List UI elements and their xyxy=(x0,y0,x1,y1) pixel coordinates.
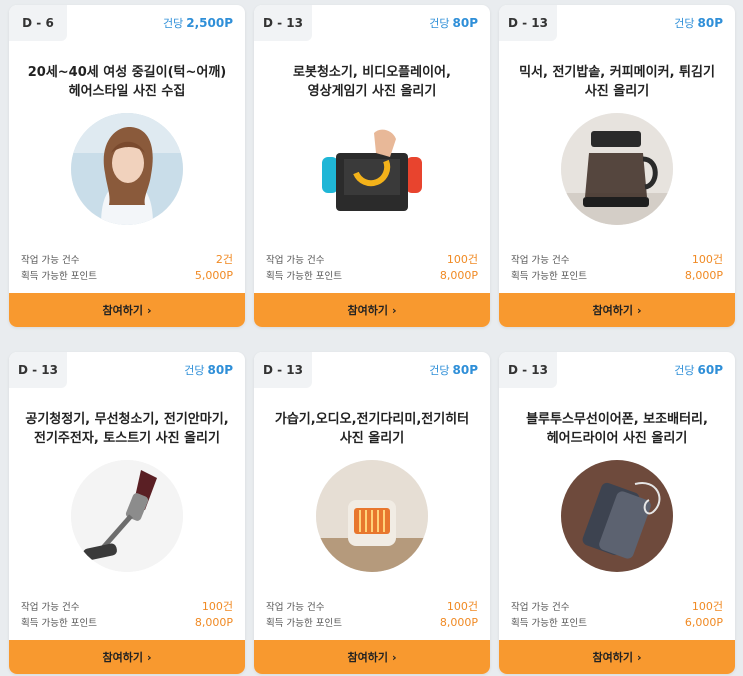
available-count: 100건 xyxy=(201,600,233,613)
chevron-right-icon: › xyxy=(391,303,397,317)
available-count: 100건 xyxy=(446,600,478,613)
total-points: 8,000P xyxy=(684,268,723,282)
d-day-badge: D - 6 xyxy=(9,5,67,41)
total-points: 5,000P xyxy=(194,268,233,282)
chevron-right-icon: › xyxy=(146,650,152,664)
cordless-vacuum-image xyxy=(71,460,183,572)
task-card[interactable]: D - 13 건당 80P 믹서, 전기밥솥, 커피메이커, 튀김기 사진 올리기 … xyxy=(499,5,735,327)
join-button[interactable]: 참여하기 › xyxy=(499,640,735,674)
task-card[interactable]: D - 13 건당 60P 블루투스무선이어폰, 보조배터리, 헤어드라이어 사진 … xyxy=(499,352,735,674)
points-row: 획득 가능한 포인트 8,000P xyxy=(21,615,233,630)
task-title: 로봇청소기, 비디오플레이어, 영상게임기 사진 올리기 xyxy=(293,65,451,99)
per-item-points: 건당 80P xyxy=(184,363,233,377)
total-points: 8,000P xyxy=(194,615,233,629)
join-button[interactable]: 참여하기 › xyxy=(254,293,490,327)
available-count-row: 작업 가능 건수 100건 xyxy=(266,253,478,266)
d-day-badge: D - 13 xyxy=(9,352,67,388)
task-title: 가습기,오디오,전기다리미,전기히터 사진 올리기 xyxy=(274,412,470,446)
per-item-points: 건당 2,500P xyxy=(162,16,233,30)
game-console-image xyxy=(316,113,428,225)
d-day-badge: D - 13 xyxy=(254,5,312,41)
available-count-row: 작업 가능 건수 100건 xyxy=(266,600,478,613)
task-card[interactable]: D - 13 건당 80P 로봇청소기, 비디오플레이어, 영상게임기 사진 올리기… xyxy=(254,5,490,327)
chevron-right-icon: › xyxy=(636,650,642,664)
join-button[interactable]: 참여하기 › xyxy=(9,640,245,674)
join-button[interactable]: 참여하기 › xyxy=(254,640,490,674)
points-row: 획득 가능한 포인트 8,000P xyxy=(266,268,478,283)
available-count: 100건 xyxy=(691,600,723,613)
task-card[interactable]: D - 13 건당 80P 공기청정기, 무선청소기, 전기안마기, 전기주전자, … xyxy=(9,352,245,674)
total-points: 8,000P xyxy=(439,268,478,282)
available-count-row: 작업 가능 건수 100건 xyxy=(511,600,723,613)
task-card[interactable]: D - 6 건당 2,500P 20세~40세 여성 중길이(턱~어깨) 헤어스타일… xyxy=(9,5,245,327)
per-item-points: 건당 80P xyxy=(429,16,478,30)
task-title: 공기청정기, 무선청소기, 전기안마기, 전기주전자, 토스트기 사진 올리기 xyxy=(25,412,229,446)
join-button[interactable]: 참여하기 › xyxy=(9,293,245,327)
d-day-badge: D - 13 xyxy=(499,352,557,388)
points-row: 획득 가능한 포인트 5,000P xyxy=(21,268,233,283)
available-count-row: 작업 가능 건수 100건 xyxy=(21,600,233,613)
available-count-row: 작업 가능 건수 2건 xyxy=(21,253,233,266)
available-count: 100건 xyxy=(691,253,723,266)
task-title: 블루투스무선이어폰, 보조배터리, 헤어드라이어 사진 올리기 xyxy=(526,412,708,446)
per-item-points: 건당 80P xyxy=(674,16,723,30)
d-day-badge: D - 13 xyxy=(254,352,312,388)
chevron-right-icon: › xyxy=(146,303,152,317)
task-card[interactable]: D - 13 건당 80P 가습기,오디오,전기다리미,전기히터 사진 올리기 작업… xyxy=(254,352,490,674)
chevron-right-icon: › xyxy=(391,650,397,664)
power-bank-image xyxy=(561,460,673,572)
points-row: 획득 가능한 포인트 8,000P xyxy=(511,268,723,283)
total-points: 6,000P xyxy=(684,615,723,629)
per-item-points: 건당 60P xyxy=(674,363,723,377)
available-count: 100건 xyxy=(446,253,478,266)
total-points: 8,000P xyxy=(439,615,478,629)
available-count-row: 작업 가능 건수 100건 xyxy=(511,253,723,266)
available-count: 2건 xyxy=(215,253,233,266)
coffee-maker-image xyxy=(561,113,673,225)
points-row: 획득 가능한 포인트 6,000P xyxy=(511,615,723,630)
join-button[interactable]: 참여하기 › xyxy=(499,293,735,327)
per-item-points: 건당 80P xyxy=(429,363,478,377)
woman-portrait-image xyxy=(71,113,183,225)
points-row: 획득 가능한 포인트 8,000P xyxy=(266,615,478,630)
d-day-badge: D - 13 xyxy=(499,5,557,41)
task-title: 믹서, 전기밥솥, 커피메이커, 튀김기 사진 올리기 xyxy=(519,65,715,99)
task-title: 20세~40세 여성 중길이(턱~어깨) 헤어스타일 사진 수집 xyxy=(27,65,227,99)
chevron-right-icon: › xyxy=(636,303,642,317)
electric-heater-image xyxy=(316,460,428,572)
